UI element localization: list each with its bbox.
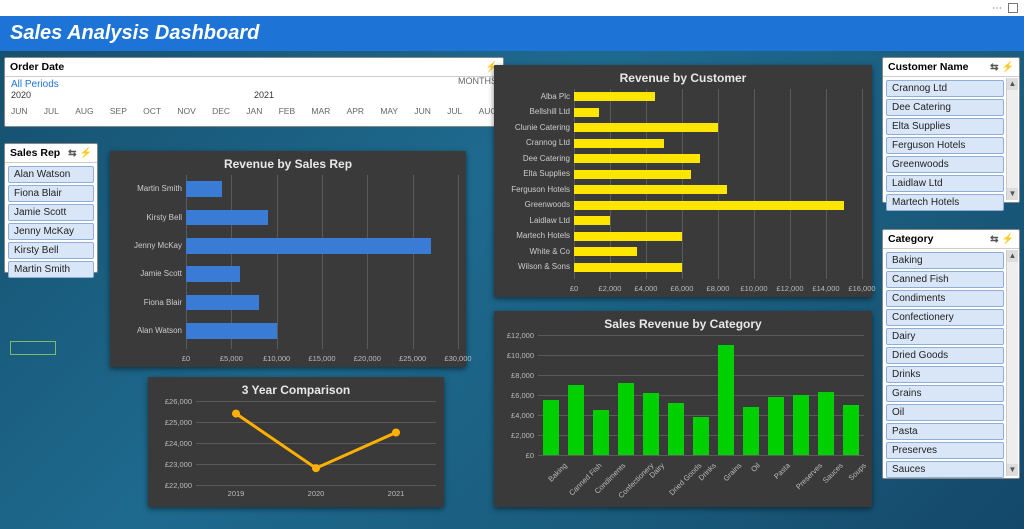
slicer-item[interactable]: Pasta (886, 423, 1004, 440)
slicer-item[interactable]: Jenny McKay (8, 223, 94, 240)
slicer-item[interactable]: Laidlaw Ltd (886, 175, 1004, 192)
chart-rev-by-customer: Revenue by Customer £0£2,000£4,000£6,000… (494, 65, 872, 297)
bar[interactable] (593, 410, 609, 455)
slicer-item[interactable]: Martech Hotels (886, 194, 1004, 211)
bar[interactable] (743, 407, 759, 455)
bar[interactable] (718, 345, 734, 455)
chart-rev-by-category: Sales Revenue by Category £0£2,000£4,000… (494, 311, 872, 507)
chart-title: Revenue by Sales Rep (118, 157, 458, 171)
chart-title: Revenue by Customer (502, 71, 864, 85)
cell-selection (10, 341, 56, 355)
chart-rev-by-rep: Revenue by Sales Rep £0£5,000£10,000£15,… (110, 151, 466, 367)
bar[interactable] (186, 181, 222, 197)
bar[interactable] (693, 417, 709, 455)
maximize-icon[interactable] (1008, 3, 1018, 13)
bar[interactable] (668, 403, 684, 455)
slicer-item[interactable]: Preserves (886, 442, 1004, 459)
ellipsis-icon[interactable]: ⋯ (992, 3, 1002, 13)
slicer-item[interactable]: Sauces (886, 461, 1004, 478)
slicer-item[interactable]: Condiments (886, 290, 1004, 307)
slicer-item[interactable]: Dried Goods (886, 347, 1004, 364)
multiselect-icon[interactable]: ⇆ (990, 62, 998, 73)
slicer-item[interactable]: Baking (886, 252, 1004, 269)
bar[interactable] (574, 247, 637, 256)
slicer-item[interactable]: Greenwoods (886, 156, 1004, 173)
bar[interactable] (768, 397, 784, 455)
scrollbar[interactable]: ▲▼ (1006, 78, 1018, 200)
timeline-title: Order Date (10, 61, 64, 73)
multiselect-icon[interactable]: ⇆ (990, 234, 998, 245)
slicer-customer[interactable]: Customer Name ⇆ ⚡ Crannog Ltd Dee Catering… (882, 57, 1020, 203)
slicer-sales-rep[interactable]: Sales Rep ⇆ ⚡ Alan Watson Fiona Blair Jamie… (4, 143, 98, 273)
bar[interactable] (543, 400, 559, 455)
scrollbar[interactable]: ▲▼ (1006, 250, 1018, 476)
bar[interactable] (186, 238, 431, 254)
bar[interactable] (618, 383, 634, 455)
clear-filter-icon[interactable]: ⚡ (80, 148, 92, 159)
slicer-sales-rep-title: Sales Rep (10, 147, 60, 159)
slicer-item[interactable]: Crannog Ltd (886, 80, 1004, 97)
dashboard-canvas: Order Date ⚡ All Periods MONTHS 20202021… (0, 51, 1024, 529)
chart-title: Sales Revenue by Category (502, 317, 864, 331)
clear-filter-icon[interactable]: ⚡ (1002, 62, 1014, 73)
slicer-item[interactable]: Drinks (886, 366, 1004, 383)
multiselect-icon[interactable]: ⇆ (68, 148, 76, 159)
bar[interactable] (574, 108, 599, 117)
bar[interactable] (574, 263, 682, 272)
slicer-item[interactable]: Alan Watson (8, 166, 94, 183)
bar[interactable] (843, 405, 859, 455)
bar[interactable] (574, 232, 682, 241)
slicer-item[interactable]: Grains (886, 385, 1004, 402)
timeline-unit[interactable]: MONTHS (458, 76, 497, 86)
slicer-item[interactable]: Canned Fish (886, 271, 1004, 288)
line-series[interactable] (156, 401, 436, 485)
bar[interactable] (643, 393, 659, 455)
bar[interactable] (568, 385, 584, 455)
slicer-item[interactable]: Kirsty Bell (8, 242, 94, 259)
bar[interactable] (186, 266, 240, 282)
timeline-range: All Periods (5, 77, 503, 90)
bar[interactable] (574, 123, 718, 132)
slicer-category[interactable]: Category ⇆ ⚡ Baking Canned Fish Condiments C… (882, 229, 1020, 479)
slicer-item[interactable]: Martin Smith (8, 261, 94, 278)
page-title: Sales Analysis Dashboard (0, 16, 1024, 51)
bar[interactable] (574, 139, 664, 148)
bar[interactable] (186, 295, 259, 311)
timeline-months-axis[interactable]: JUNJULAUGSEPOCTNOVDECJANFEBMARAPRMAYJUNJ… (5, 100, 503, 120)
bar[interactable] (574, 92, 655, 101)
bar[interactable] (574, 170, 691, 179)
slicer-item[interactable]: Dee Catering (886, 99, 1004, 116)
slicer-item[interactable]: Ferguson Hotels (886, 137, 1004, 154)
slicer-item[interactable]: Fiona Blair (8, 185, 94, 202)
bar[interactable] (793, 395, 809, 455)
bar[interactable] (186, 210, 268, 226)
clear-filter-icon[interactable]: ⚡ (1002, 234, 1014, 245)
chart-three-year: 3 Year Comparison £22,000£23,000£24,000£… (148, 377, 444, 507)
bar[interactable] (186, 323, 277, 339)
bar[interactable] (574, 216, 610, 225)
slicer-item[interactable]: Confectionery (886, 309, 1004, 326)
slicer-category-title: Category (888, 233, 934, 245)
chart-title: 3 Year Comparison (156, 383, 436, 397)
window-controls: ⋯ (0, 0, 1024, 16)
timeline-years: 20202021 (5, 90, 503, 100)
slicer-item[interactable]: Elta Supplies (886, 118, 1004, 135)
bar[interactable] (574, 154, 700, 163)
slicer-item[interactable]: Oil (886, 404, 1004, 421)
bar[interactable] (574, 201, 844, 210)
slicer-item[interactable]: Jamie Scott (8, 204, 94, 221)
slicer-customer-title: Customer Name (888, 61, 969, 73)
bar[interactable] (574, 185, 727, 194)
bar[interactable] (818, 392, 834, 455)
slicer-item[interactable]: Dairy (886, 328, 1004, 345)
timeline-slicer[interactable]: Order Date ⚡ All Periods MONTHS 20202021… (4, 57, 504, 127)
